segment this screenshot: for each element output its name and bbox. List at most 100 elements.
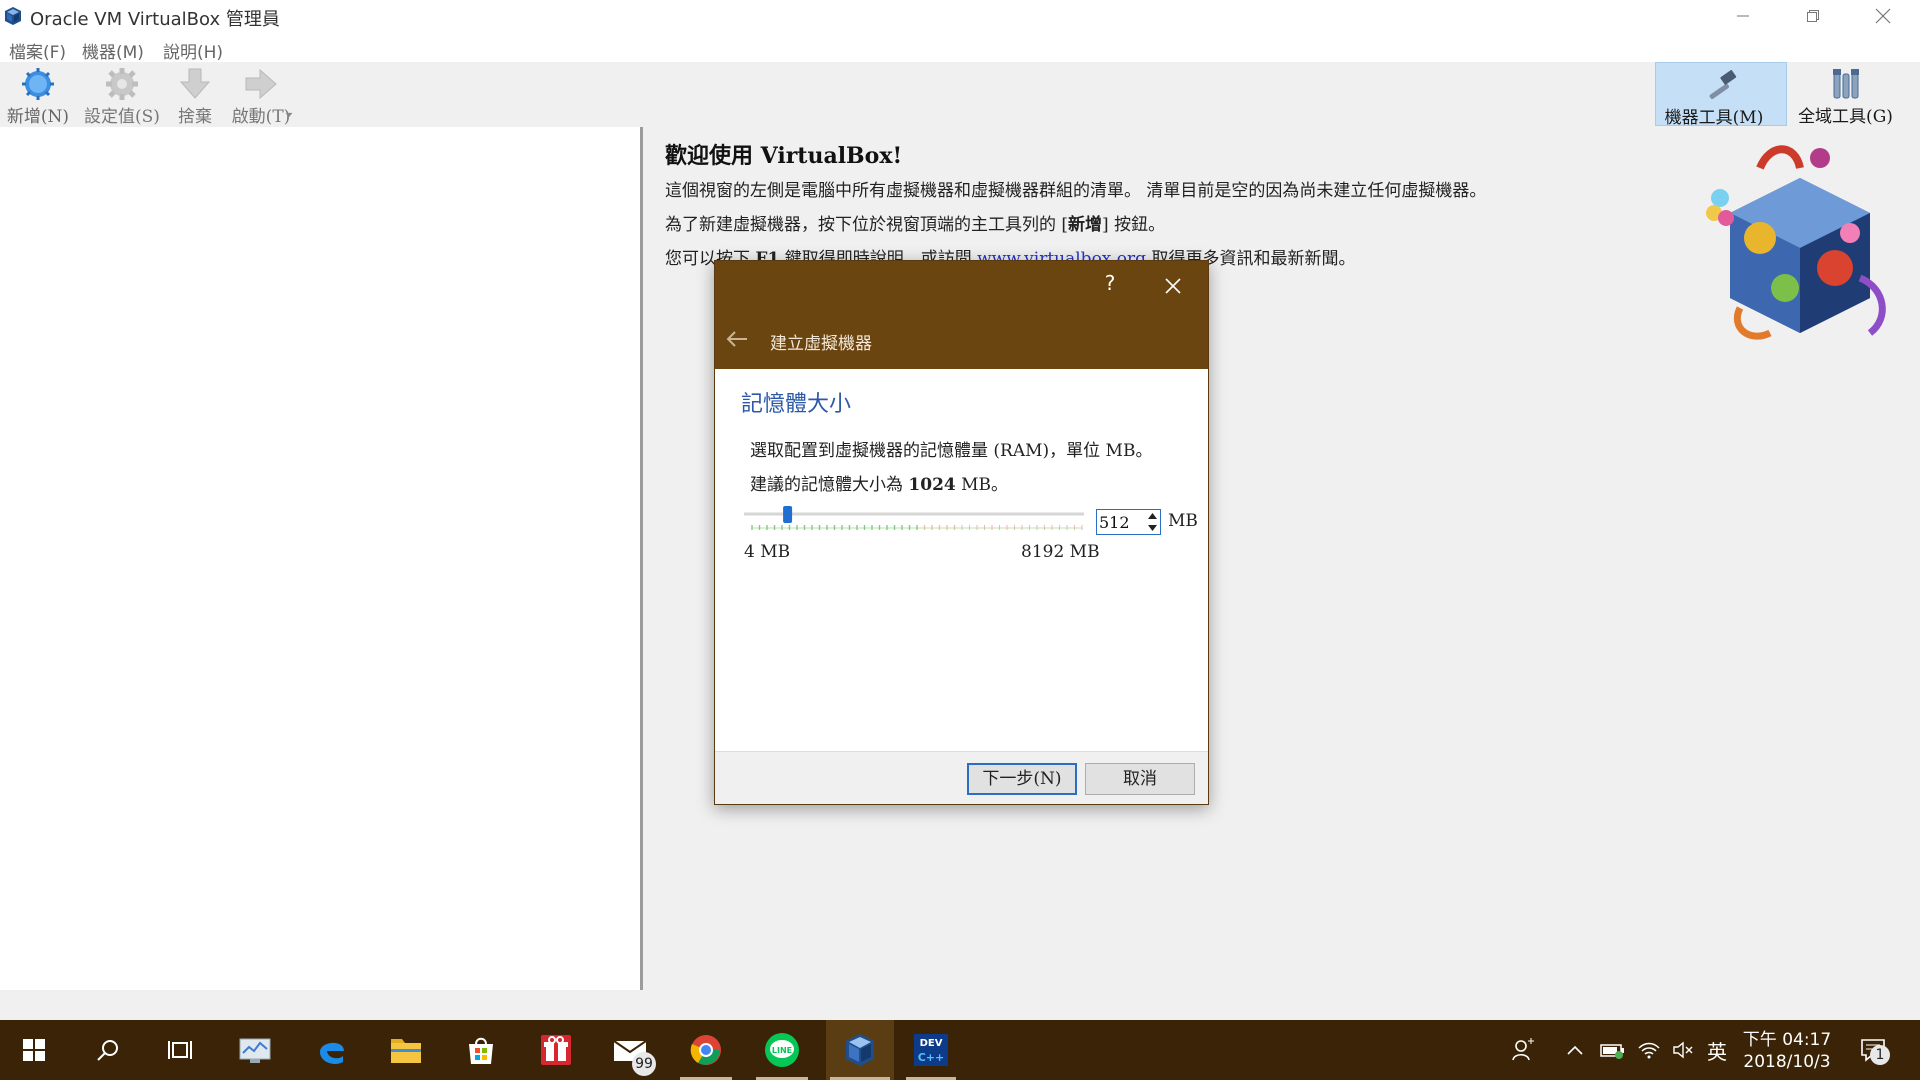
task-view-icon	[168, 1041, 192, 1059]
menu-help[interactable]: 說明(H)	[163, 38, 223, 63]
taskbar-virtualbox[interactable]	[826, 1020, 894, 1080]
taskbar-edge[interactable]	[302, 1020, 362, 1080]
discard-arrow-icon	[179, 68, 211, 99]
memory-spinbox[interactable]	[1096, 509, 1161, 535]
recommend-suffix: MB。	[955, 475, 1009, 495]
close-icon	[1875, 8, 1891, 24]
show-hidden-icons-button[interactable]	[1562, 1020, 1588, 1080]
chevron-up-icon	[1567, 1045, 1583, 1055]
create-vm-dialog: ? 建立虛擬機器 記憶體大小 選取配置到虛擬機器的記憶體量 (RAM)，單位 M…	[714, 260, 1209, 805]
input-language-indicator[interactable]: 英	[1700, 1020, 1734, 1080]
slider-ticks	[751, 525, 1083, 530]
taskbar-mail[interactable]: 99	[600, 1020, 660, 1080]
memory-description: 選取配置到虛擬機器的記憶體量 (RAM)，單位 MB。	[750, 441, 1153, 461]
monitor-app-icon	[239, 1038, 271, 1063]
taskbar: 99 LINE DEV C++ 英	[0, 1020, 1920, 1080]
global-tools-label: 全域工具(G)	[1798, 107, 1893, 127]
clock-time[interactable]: 下午 04:17	[1742, 1025, 1832, 1050]
taskbar-store[interactable]	[451, 1020, 511, 1080]
edge-icon	[320, 1042, 344, 1064]
start-button[interactable]: 啟動(T)	[228, 62, 294, 127]
people-button[interactable]	[1505, 1020, 1541, 1080]
restore-icon	[1807, 10, 1819, 22]
dialog-footer: 下一步(N) 取消	[715, 751, 1208, 804]
discard-button[interactable]: 捨棄	[170, 62, 220, 127]
taskbar-chrome[interactable]	[676, 1020, 736, 1080]
start-dropdown-icon[interactable]	[285, 112, 293, 118]
recommend-value: 1024	[908, 475, 956, 495]
slider-min-label: 4 MB	[744, 542, 791, 562]
memory-recommendation: 建議的記憶體大小為 1024 MB。	[750, 470, 1008, 495]
start-icon	[23, 1039, 45, 1061]
people-icon	[1512, 1038, 1534, 1061]
dialog-title: 建立虛擬機器	[770, 334, 872, 354]
welcome-title: 歡迎使用 VirtualBox!	[665, 143, 903, 169]
taskbar-file-explorer[interactable]	[376, 1020, 436, 1080]
memory-size-heading: 記憶體大小	[741, 392, 852, 417]
cancel-button[interactable]: 取消	[1085, 763, 1195, 795]
gear-icon	[106, 68, 138, 100]
virtualbox-app-icon	[5, 7, 21, 25]
memory-input[interactable]	[1099, 512, 1143, 532]
spin-up-icon[interactable]	[1146, 511, 1159, 522]
taskbar-line[interactable]: LINE	[752, 1020, 812, 1080]
slider-max-label: 8192 MB	[1021, 542, 1100, 562]
slider-handle[interactable]	[783, 506, 793, 523]
virtualbox-icon	[846, 1034, 874, 1066]
volume-button[interactable]	[1668, 1020, 1698, 1080]
hammer-icon	[1709, 70, 1737, 99]
window-title: Oracle VM VirtualBox 管理員	[30, 9, 280, 30]
notification-badge: 1	[1870, 1045, 1890, 1065]
welcome-line-2: 為了新建虛擬機器，按下位於視窗頂端的主工具列的 [新增] 按鈕。	[665, 210, 1165, 235]
welcome-line-1-text: 這個視窗的左側是電腦中所有虛擬機器和虛擬機器群組的清單。 清單目前是空的因為尚未…	[665, 181, 1487, 201]
global-tools-icon	[1832, 69, 1859, 99]
welcome-line-1: 這個視窗的左側是電腦中所有虛擬機器和虛擬機器群組的清單。 清單目前是空的因為尚未…	[665, 176, 1486, 201]
minimize-icon	[1737, 15, 1749, 17]
spin-down-icon[interactable]	[1146, 522, 1159, 533]
back-arrow-icon[interactable]	[725, 329, 751, 349]
machine-tools-button[interactable]: 機器工具(M)	[1655, 62, 1787, 128]
menu-machine[interactable]: 機器(M)	[82, 38, 144, 63]
settings-label: 設定值(S)	[84, 107, 160, 127]
start-button[interactable]	[4, 1020, 64, 1080]
memory-slider[interactable]	[744, 506, 1090, 536]
settings-button[interactable]: 設定值(S)	[82, 62, 162, 127]
close-button[interactable]	[1848, 0, 1918, 32]
volume-muted-icon	[1673, 1041, 1693, 1059]
taskbar-monitor-app[interactable]	[225, 1020, 285, 1080]
new-button[interactable]: 新增(N)	[4, 62, 72, 127]
next-button[interactable]: 下一步(N)	[967, 763, 1077, 795]
svg-text:DEV: DEV	[920, 1038, 943, 1049]
chrome-icon	[690, 1035, 721, 1065]
battery-button[interactable]	[1595, 1020, 1629, 1080]
new-icon	[22, 68, 54, 100]
taskbar-gift-app[interactable]	[526, 1020, 586, 1080]
devcpp-icon: DEV C++	[914, 1034, 948, 1066]
clock-date[interactable]: 2018/10/3	[1742, 1052, 1832, 1072]
machine-tools-label: 機器工具(M)	[1664, 108, 1764, 128]
line-icon: LINE	[765, 1033, 799, 1067]
welcome-line-2-prefix: 為了新建虛擬機器，按下位於視窗頂端的主工具列的 [	[665, 215, 1069, 235]
restore-button[interactable]	[1778, 0, 1848, 32]
close-icon[interactable]	[1160, 273, 1186, 299]
search-icon	[97, 1040, 118, 1061]
main-toolbar: 新增(N) 設定值(S) 捨棄 啟動(T) 機器工具(M) 全域工具(G)	[0, 62, 1920, 160]
global-tools-button[interactable]: 全域工具(G)	[1793, 62, 1898, 127]
mail-badge: 99	[632, 1052, 656, 1076]
wifi-icon	[1638, 1042, 1660, 1059]
vm-list-pane[interactable]	[0, 127, 640, 990]
recommend-prefix: 建議的記憶體大小為	[750, 475, 909, 495]
discard-label: 捨棄	[178, 107, 212, 127]
menu-file[interactable]: 檔案(F)	[9, 38, 66, 63]
minimize-button[interactable]	[1708, 0, 1778, 32]
wifi-button[interactable]	[1632, 1020, 1666, 1080]
help-button[interactable]: ?	[1095, 271, 1125, 301]
store-icon	[469, 1037, 493, 1064]
title-bar: Oracle VM VirtualBox 管理員	[0, 0, 1920, 32]
task-view-button[interactable]	[150, 1020, 210, 1080]
start-label: 啟動(T)	[231, 107, 291, 127]
taskbar-search-button[interactable]	[78, 1020, 138, 1080]
file-explorer-icon	[391, 1039, 421, 1063]
virtualbox-mascot-image	[1706, 145, 1886, 340]
taskbar-devcpp[interactable]: DEV C++	[902, 1020, 960, 1080]
